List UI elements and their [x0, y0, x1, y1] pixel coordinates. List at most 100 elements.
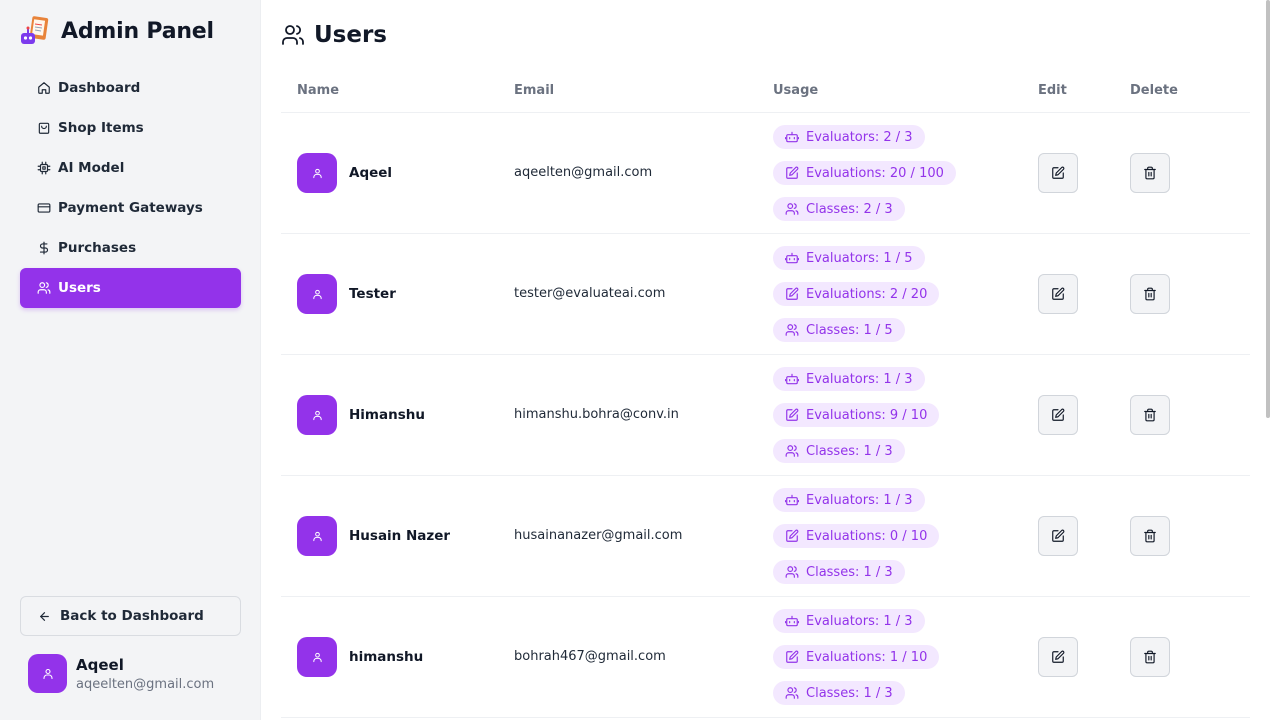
delete-user-button[interactable]: [1130, 395, 1170, 435]
trash-icon: [1144, 650, 1156, 664]
edit-icon: [1052, 650, 1065, 663]
edit-icon: [1052, 529, 1065, 542]
sidebar: Admin Panel Dashboard Shop Items AI Mode…: [0, 0, 261, 720]
evaluations-badge: Evaluations: 0 / 10: [773, 524, 940, 548]
user-icon: [312, 410, 322, 420]
sidebar-item-dashboard[interactable]: Dashboard: [20, 68, 241, 108]
column-header-usage: Usage: [773, 83, 819, 98]
dollar-icon: [39, 241, 49, 255]
users-icon: [785, 203, 799, 215]
edit-icon: [786, 650, 799, 663]
classes-badge: Classes: 1 / 3: [773, 681, 905, 705]
edit-icon: [786, 529, 799, 542]
sidebar-item-label: Purchases: [58, 240, 137, 256]
classes-text: Classes: 1 / 3: [806, 443, 893, 459]
table-row: Aqeel aqeelten@gmail.com Evaluators: 2 /…: [281, 113, 1250, 234]
edit-user-button[interactable]: [1038, 395, 1078, 435]
table-row: Himanshu himanshu.bohra@conv.in Evaluato…: [281, 355, 1250, 476]
user-name-cell: himanshu: [297, 637, 423, 677]
home-icon: [38, 82, 50, 94]
classes-text: Classes: 2 / 3: [806, 201, 893, 217]
user-email: himanshu.bohra@conv.in: [514, 407, 679, 422]
user-icon: [312, 531, 322, 541]
user-icon: [312, 168, 322, 178]
edit-user-button[interactable]: [1038, 153, 1078, 193]
evaluations-badge: Evaluations: 20 / 100: [773, 161, 956, 185]
app-title: Admin Panel: [61, 18, 214, 44]
users-icon: [282, 25, 304, 45]
cpu-icon: [37, 161, 51, 175]
profile-email: aqeelten@gmail.com: [76, 676, 215, 692]
classes-badge: Classes: 1 / 5: [773, 318, 905, 342]
edit-icon: [786, 166, 799, 179]
user-name: Aqeel: [349, 165, 393, 181]
avatar: [297, 395, 337, 435]
users-icon: [785, 324, 799, 336]
user-email: tester@evaluateai.com: [514, 286, 666, 301]
user-name-cell: Himanshu: [297, 395, 425, 435]
edit-icon: [786, 287, 799, 300]
delete-user-button[interactable]: [1130, 153, 1170, 193]
evaluators-text: Evaluators: 1 / 3: [806, 371, 913, 387]
users-icon: [37, 282, 51, 294]
sidebar-item-shop-items[interactable]: Shop Items: [20, 108, 241, 148]
avatar: [297, 637, 337, 677]
edit-icon: [1052, 166, 1065, 179]
sidebar-item-purchases[interactable]: Purchases: [20, 228, 241, 268]
arrow-left-icon: [40, 611, 49, 621]
bot-icon: [785, 615, 799, 627]
sidebar-item-label: Payment Gateways: [58, 200, 203, 216]
back-to-dashboard-button[interactable]: Back to Dashboard: [20, 596, 241, 636]
user-icon: [312, 652, 322, 662]
user-icon: [42, 668, 53, 679]
table-header: Name Email Usage Edit Delete: [281, 68, 1250, 113]
avatar: [297, 516, 337, 556]
sidebar-item-users[interactable]: Users: [20, 268, 241, 308]
classes-text: Classes: 1 / 5: [806, 322, 893, 338]
bot-icon: [785, 373, 799, 385]
usage-cell: Evaluators: 1 / 3 Evaluations: 0 / 10 Cl…: [773, 488, 940, 596]
avatar: [297, 274, 337, 314]
sidebar-item-ai-model[interactable]: AI Model: [20, 148, 241, 188]
usage-cell: Evaluators: 1 / 3 Evaluations: 1 / 10 Cl…: [773, 609, 940, 717]
edit-user-button[interactable]: [1038, 637, 1078, 677]
user-name: Husain Nazer: [349, 528, 451, 544]
profile-name: Aqeel: [76, 655, 124, 674]
classes-badge: Classes: 1 / 3: [773, 560, 905, 584]
evaluators-badge: Evaluators: 1 / 3: [773, 367, 925, 391]
column-header-delete: Delete: [1130, 83, 1178, 98]
evaluators-text: Evaluators: 2 / 3: [806, 129, 913, 145]
users-icon: [785, 445, 799, 457]
back-to-dashboard-label: Back to Dashboard: [60, 608, 204, 624]
evaluations-text: Evaluations: 1 / 10: [806, 649, 928, 665]
evaluations-badge: Evaluations: 1 / 10: [773, 645, 940, 669]
edit-icon: [1052, 287, 1065, 300]
sidebar-item-label: Shop Items: [58, 120, 144, 136]
table-row: himanshu bohrah467@gmail.com Evaluators:…: [281, 597, 1250, 718]
column-header-email: Email: [514, 83, 555, 98]
user-email: aqeelten@gmail.com: [514, 165, 653, 180]
table-row: Husain Nazer husainanazer@gmail.com Eval…: [281, 476, 1250, 597]
shopping-bag-icon: [38, 122, 50, 134]
user-name: himanshu: [349, 649, 424, 665]
current-user-profile: Aqeel aqeelten@gmail.com: [28, 654, 214, 693]
user-name: Himanshu: [349, 407, 425, 423]
user-name: Tester: [349, 286, 396, 302]
evaluators-text: Evaluators: 1 / 3: [806, 492, 913, 508]
edit-user-button[interactable]: [1038, 516, 1078, 556]
evaluators-badge: Evaluators: 2 / 3: [773, 125, 925, 149]
page-title-text: Users: [314, 22, 387, 48]
evaluators-badge: Evaluators: 1 / 5: [773, 246, 925, 270]
vertical-scrollbar[interactable]: [1266, 0, 1270, 418]
delete-user-button[interactable]: [1130, 516, 1170, 556]
page-title: Users: [281, 22, 387, 48]
sidebar-nav: Dashboard Shop Items AI Model Payment Ga…: [20, 68, 241, 308]
avatar: [28, 654, 67, 693]
sidebar-item-payment-gateways[interactable]: Payment Gateways: [20, 188, 241, 228]
classes-text: Classes: 1 / 3: [806, 685, 893, 701]
main-content: Users Name Email Usage Edit Delete Aqeel…: [261, 0, 1270, 720]
delete-user-button[interactable]: [1130, 274, 1170, 314]
edit-user-button[interactable]: [1038, 274, 1078, 314]
delete-user-button[interactable]: [1130, 637, 1170, 677]
sidebar-item-label: AI Model: [58, 160, 125, 176]
